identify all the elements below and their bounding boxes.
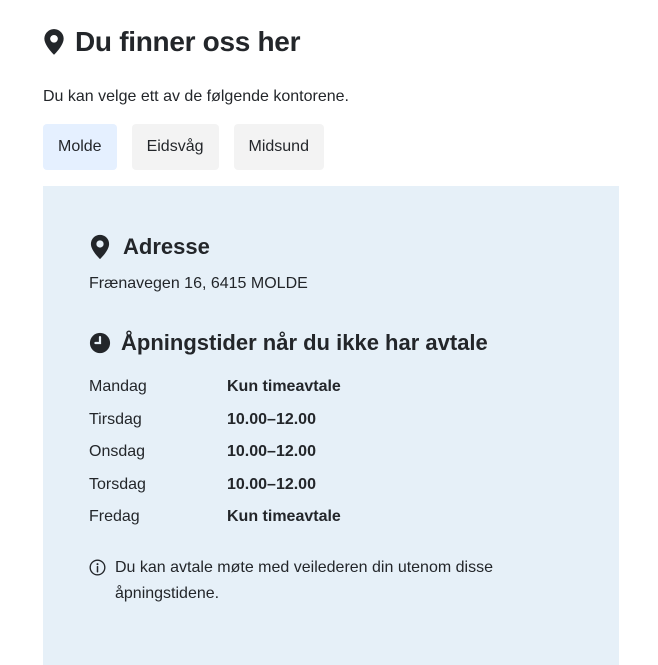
info-note-text: Du kan avtale møte med veilederen din ut… bbox=[115, 559, 493, 602]
info-note: Du kan avtale møte med veilederen din ut… bbox=[89, 555, 529, 607]
table-row: Tirsdag 10.00–12.00 bbox=[89, 404, 341, 437]
office-tab-molde[interactable]: Molde bbox=[43, 124, 117, 170]
hours-value: 10.00–12.00 bbox=[227, 443, 316, 461]
hours-value: 10.00–12.00 bbox=[227, 475, 316, 493]
day-label: Torsdag bbox=[89, 475, 146, 493]
location-pin-icon bbox=[90, 234, 110, 260]
opening-hours-heading-text: Åpningstider når du ikke har avtale bbox=[121, 330, 488, 355]
opening-hours-table: Mandag Kun timeavtale Tirsdag 10.00–12.0… bbox=[89, 371, 341, 534]
hours-value: Kun timeavtale bbox=[227, 508, 341, 526]
hours-value: Kun timeavtale bbox=[227, 378, 341, 396]
location-pin-icon bbox=[44, 29, 64, 55]
opening-hours-heading: Åpningstider når du ikke har avtale bbox=[89, 330, 488, 356]
table-row: Onsdag 10.00–12.00 bbox=[89, 436, 341, 469]
address-text: Frænavegen 16, 6415 MOLDE bbox=[89, 275, 308, 292]
hours-value: 10.00–12.00 bbox=[227, 410, 316, 428]
table-row: Fredag Kun timeavtale bbox=[89, 501, 341, 534]
table-row: Mandag Kun timeavtale bbox=[89, 371, 341, 404]
table-row: Torsdag 10.00–12.00 bbox=[89, 469, 341, 502]
office-tab-eidsvag[interactable]: Eidsvåg bbox=[131, 124, 219, 170]
address-heading: Adresse bbox=[89, 234, 210, 260]
office-tab-midsund[interactable]: Midsund bbox=[233, 124, 324, 170]
office-selector: Molde Eidsvåg Midsund bbox=[43, 124, 324, 170]
info-icon bbox=[89, 559, 106, 576]
office-info-panel: Adresse Frænavegen 16, 6415 MOLDE Åpning… bbox=[43, 186, 619, 665]
day-label: Fredag bbox=[89, 508, 140, 526]
day-label: Mandag bbox=[89, 378, 147, 396]
address-heading-text: Adresse bbox=[123, 234, 210, 259]
clock-icon bbox=[89, 332, 111, 354]
intro-text: Du kan velge ett av de følgende kontoren… bbox=[43, 88, 349, 105]
page-title: Du finner oss her bbox=[43, 26, 300, 58]
page-title-text: Du finner oss her bbox=[75, 26, 301, 57]
day-label: Tirsdag bbox=[89, 410, 142, 428]
day-label: Onsdag bbox=[89, 443, 146, 461]
